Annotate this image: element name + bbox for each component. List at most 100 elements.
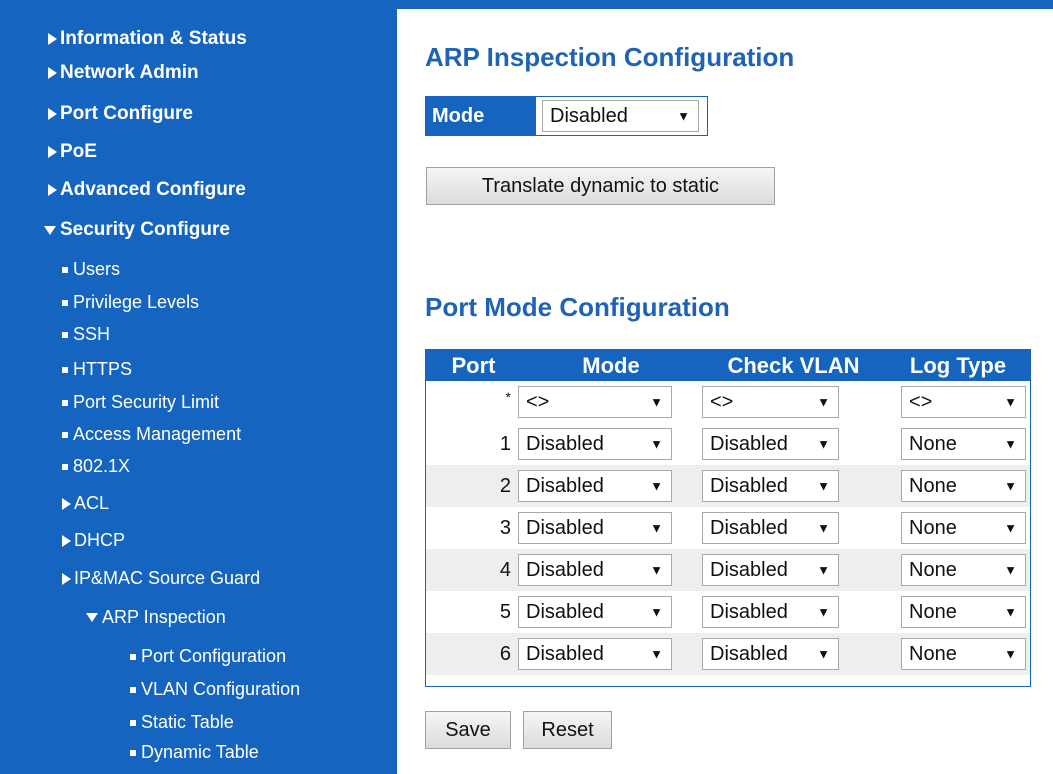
bullet-icon: [62, 431, 68, 438]
nav-ip-mac-source-guard[interactable]: IP&MAC Source Guard: [62, 568, 260, 589]
nav-security-configure[interactable]: Security Configure: [44, 219, 230, 241]
mode-select[interactable]: Disabled ▼: [518, 638, 672, 670]
bullet-icon: [62, 463, 68, 470]
translate-dynamic-to-static-button[interactable]: Translate dynamic to static: [426, 167, 775, 205]
select-value: Disabled: [526, 432, 604, 455]
chevron-down-icon: ▼: [817, 394, 830, 410]
page-title: ARP Inspection Configuration: [425, 42, 795, 72]
col-header-log-type: Log Type: [909, 352, 1007, 378]
save-button[interactable]: Save: [425, 711, 511, 749]
port-mode-table: Port Mode Check VLAN Log Type * <> ▼ <> ▼ …: [425, 349, 1031, 687]
nav-dynamic-table[interactable]: Dynamic Table: [130, 742, 259, 763]
nav-label: Dynamic Table: [141, 742, 259, 762]
check-vlan-select[interactable]: Disabled ▼: [702, 470, 839, 502]
table-row: 1 Disabled ▼ Disabled ▼ None ▼: [426, 423, 1030, 465]
caret-right-icon: [62, 534, 71, 547]
nav-acl[interactable]: ACL: [62, 493, 109, 514]
chevron-down-icon: ▼: [1004, 478, 1017, 494]
bullet-icon: [62, 331, 68, 338]
nav-ssh[interactable]: SSH: [62, 324, 110, 345]
mode-select[interactable]: Disabled ▼: [518, 554, 672, 586]
nav-poe[interactable]: PoE: [48, 141, 97, 163]
mode-select[interactable]: Disabled ▼: [518, 428, 672, 460]
port-number: *: [505, 389, 511, 405]
nav-privilege-levels[interactable]: Privilege Levels: [62, 292, 199, 313]
chevron-down-icon: ▼: [650, 520, 663, 536]
mode-select[interactable]: Disabled ▼: [518, 596, 672, 628]
chevron-down-icon: ▼: [650, 604, 663, 620]
caret-right-icon: [48, 184, 57, 196]
nav-port-configure[interactable]: Port Configure: [48, 103, 193, 125]
check-vlan-select[interactable]: Disabled ▼: [702, 596, 839, 628]
select-value: <>: [526, 390, 550, 413]
nav-port-security-limit[interactable]: Port Security Limit: [62, 392, 219, 413]
log-type-select[interactable]: None ▼: [901, 638, 1026, 670]
nav-arp-inspection[interactable]: ARP Inspection: [86, 607, 226, 628]
select-value: None: [909, 558, 957, 581]
check-vlan-select[interactable]: Disabled ▼: [702, 554, 839, 586]
table-row: 3 Disabled ▼ Disabled ▼ None ▼: [426, 507, 1030, 549]
log-type-select[interactable]: None ▼: [901, 512, 1026, 544]
chevron-down-icon: ▼: [677, 108, 690, 124]
nav-label: Privilege Levels: [73, 292, 200, 312]
select-value: Disabled: [526, 516, 604, 539]
port-number: 2: [499, 474, 511, 497]
select-value: None: [909, 600, 957, 623]
mode-row: Mode Disabled ▼: [425, 96, 708, 136]
caret-right-icon: [48, 146, 57, 158]
chevron-down-icon: ▼: [817, 478, 830, 494]
nav-label: HTTPS: [73, 359, 133, 379]
select-value: Disabled: [526, 600, 604, 623]
nav-static-table[interactable]: Static Table: [130, 712, 234, 733]
nav-users[interactable]: Users: [62, 259, 120, 280]
check-vlan-select[interactable]: <> ▼: [702, 386, 839, 418]
select-value: None: [909, 642, 957, 665]
col-header-check-vlan: Check VLAN: [727, 352, 860, 378]
nav-label: ARP Inspection: [102, 607, 226, 627]
chevron-down-icon: ▼: [817, 562, 830, 578]
bullet-icon: [62, 366, 68, 373]
mode-select[interactable]: <> ▼: [518, 386, 672, 418]
nav-vlan-configuration[interactable]: VLAN Configuration: [130, 679, 300, 700]
log-type-select[interactable]: None ▼: [901, 428, 1026, 460]
mode-select[interactable]: Disabled ▼: [518, 512, 672, 544]
select-value: Disabled: [710, 474, 788, 497]
nav-label: Static Table: [141, 712, 234, 732]
nav-port-configuration[interactable]: Port Configuration: [130, 646, 286, 667]
check-vlan-select[interactable]: Disabled ▼: [702, 428, 839, 460]
nav-label: VLAN Configuration: [141, 679, 301, 699]
table-row: * <> ▼ <> ▼ <> ▼: [426, 381, 1030, 423]
port-mode-section-title: Port Mode Configuration: [425, 292, 730, 322]
top-bar: [397, 0, 1053, 9]
nav-network-admin[interactable]: Network Admin: [48, 62, 199, 84]
nav-dhcp[interactable]: DHCP: [62, 530, 125, 551]
mode-label: Mode: [426, 97, 536, 135]
reset-button[interactable]: Reset: [523, 711, 612, 749]
nav-information-status[interactable]: Information & Status: [48, 28, 247, 50]
mode-select[interactable]: Disabled ▼: [542, 100, 699, 132]
check-vlan-select[interactable]: Disabled ▼: [702, 512, 839, 544]
nav-label: DHCP: [74, 530, 126, 550]
chevron-down-icon: ▼: [817, 604, 830, 620]
log-type-select[interactable]: None ▼: [901, 554, 1026, 586]
caret-right-icon: [62, 572, 71, 585]
port-number: 4: [499, 558, 511, 581]
nav-advanced-configure[interactable]: Advanced Configure: [48, 179, 246, 201]
select-value: None: [909, 432, 957, 455]
log-type-select[interactable]: None ▼: [901, 470, 1026, 502]
select-value: Disabled: [526, 558, 604, 581]
port-number: 3: [499, 516, 511, 539]
bullet-icon: [62, 266, 68, 273]
port-number: 1: [499, 432, 511, 455]
mode-select[interactable]: Disabled ▼: [518, 470, 672, 502]
bullet-icon: [130, 653, 136, 660]
log-type-select[interactable]: None ▼: [901, 596, 1026, 628]
log-type-select[interactable]: <> ▼: [901, 386, 1026, 418]
nav-access-management[interactable]: Access Management: [62, 424, 241, 445]
select-value: <>: [909, 390, 933, 413]
table-row: 5 Disabled ▼ Disabled ▼ None ▼: [426, 591, 1030, 633]
check-vlan-select[interactable]: Disabled ▼: [702, 638, 839, 670]
port-number: 6: [499, 642, 511, 665]
nav-https[interactable]: HTTPS: [62, 359, 132, 380]
nav-8021x[interactable]: 802.1X: [62, 456, 130, 477]
